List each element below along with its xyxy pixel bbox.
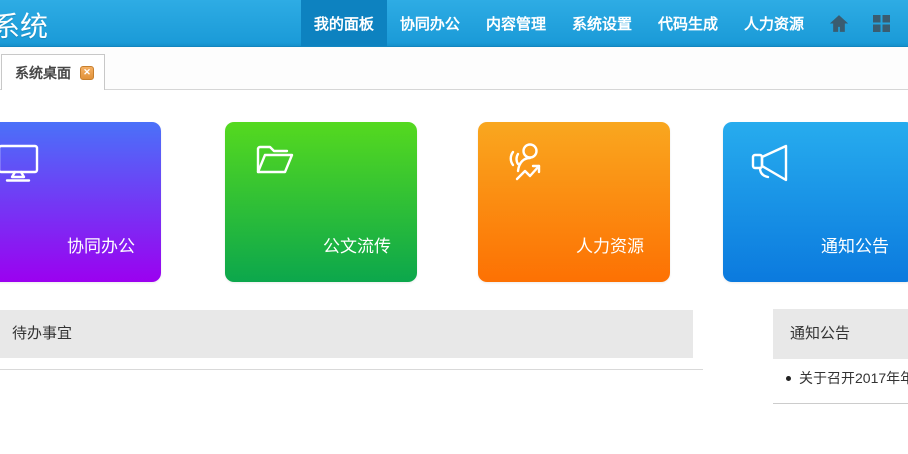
todo-panel-title: 待办事宜 (12, 325, 72, 342)
tab-system-desktop[interactable]: 系统桌面 ✕ (1, 54, 105, 90)
app-logo[interactable]: 系统 (0, 5, 48, 45)
tile-document-flow[interactable]: 公文流传 (225, 122, 417, 282)
notice-item-text: 关于召开2017年年 (799, 368, 908, 388)
nav-item-content-mgmt[interactable]: 内容管理 (473, 0, 559, 46)
tile-human-resources[interactable]: 人力资源 (478, 122, 670, 282)
tab-bar-divider (0, 89, 908, 90)
nav-item-human-resources[interactable]: 人力资源 (731, 0, 817, 46)
tab-close-icon[interactable]: ✕ (80, 66, 94, 80)
grid-icon[interactable] (861, 0, 902, 46)
monitor-icon (0, 139, 41, 190)
tile-label: 通知公告 (821, 232, 889, 257)
notices-panel-header: 通知公告 (773, 309, 908, 359)
folder-open-icon (251, 139, 297, 190)
tile-label: 协同办公 (67, 232, 135, 257)
tile-collaboration[interactable]: 协同办公 (0, 122, 161, 282)
todo-panel-divider (0, 369, 703, 370)
nav-item-system-settings[interactable]: 系统设置 (559, 0, 645, 46)
megaphone-icon (749, 139, 795, 190)
tile-label: 公文流传 (323, 232, 391, 257)
person-growth-icon (504, 139, 550, 190)
tile-notices[interactable]: 通知公告 (723, 122, 908, 282)
tile-label: 人力资源 (576, 232, 644, 257)
notices-panel-title: 通知公告 (790, 325, 850, 342)
nav-item-collaboration[interactable]: 协同办公 (387, 0, 473, 46)
top-header-bar: 系统 我的面板 协同办公 内容管理 系统设置 代码生成 人力资源 (0, 0, 908, 47)
notices-panel-divider (773, 403, 908, 404)
page: 系统 我的面板 协同办公 内容管理 系统设置 代码生成 人力资源 (0, 0, 908, 454)
nav-item-my-dashboard[interactable]: 我的面板 (301, 0, 387, 46)
tab-label: 系统桌面 (15, 63, 71, 83)
tab-bar: 系统桌面 ✕ (0, 47, 908, 90)
todo-panel-header: 待办事宜 (0, 310, 693, 358)
main-nav: 我的面板 协同办公 内容管理 系统设置 代码生成 人力资源 (301, 0, 902, 46)
home-icon[interactable] (817, 0, 861, 46)
bullet-icon (786, 376, 791, 381)
nav-item-code-generation[interactable]: 代码生成 (645, 0, 731, 46)
notice-list-item[interactable]: 关于召开2017年年 (786, 368, 908, 388)
